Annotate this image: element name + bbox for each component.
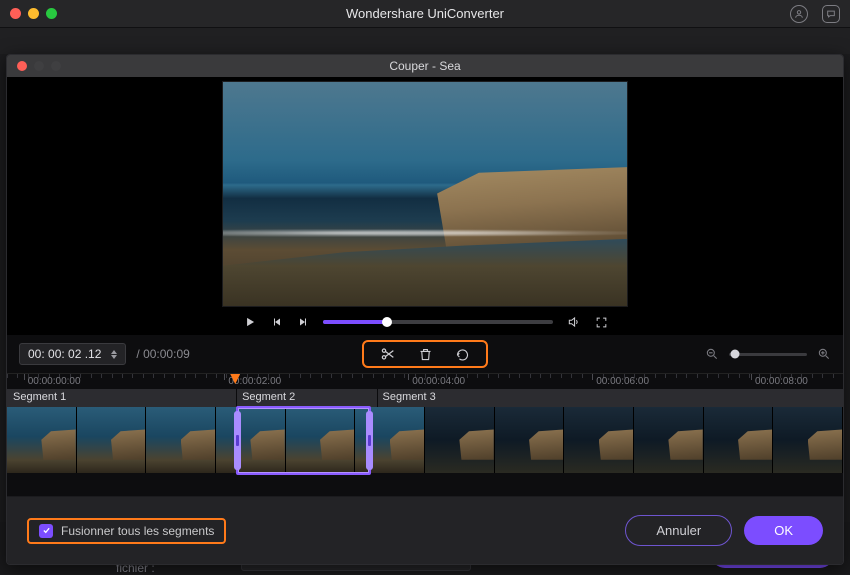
segment-label[interactable]: Segment 3	[377, 389, 442, 405]
thumbnail[interactable]	[773, 407, 843, 473]
trash-icon[interactable]	[418, 346, 433, 362]
selection-outline[interactable]	[236, 406, 371, 475]
traffic-lights-main	[10, 8, 57, 19]
preview-area	[7, 77, 843, 335]
zoom-group	[705, 347, 831, 361]
thumbnail[interactable]	[7, 407, 77, 473]
handle-left[interactable]	[234, 411, 241, 470]
maximize-icon[interactable]	[46, 8, 57, 19]
next-frame-icon[interactable]	[297, 316, 309, 328]
segment-label[interactable]: Segment 2	[236, 389, 301, 405]
play-icon[interactable]	[243, 315, 257, 329]
volume-icon[interactable]	[567, 315, 581, 329]
undo-icon[interactable]	[455, 346, 470, 362]
merge-segments-checkbox[interactable]: Fusionner tous les segments	[27, 518, 226, 544]
handle-right[interactable]	[366, 411, 373, 470]
seek-knob[interactable]	[382, 317, 392, 327]
minimize-icon[interactable]	[28, 8, 39, 19]
prev-frame-icon[interactable]	[271, 316, 283, 328]
zoom-slider[interactable]	[729, 353, 807, 356]
main-tabs	[0, 28, 850, 54]
playback-controls	[7, 307, 843, 329]
duration-label: / 00:00:09	[136, 347, 189, 361]
main-titlebar: Wondershare UniConverter	[0, 0, 850, 28]
edit-toolgroup	[362, 340, 488, 368]
feedback-icon[interactable]	[822, 5, 840, 23]
segment-label[interactable]: Segment 1	[7, 389, 72, 405]
close-icon[interactable]	[10, 8, 21, 19]
zoom-in-icon[interactable]	[817, 347, 831, 361]
seek-slider[interactable]	[323, 320, 553, 324]
thumbnail[interactable]	[77, 407, 147, 473]
modal-titlebar: Couper - Sea	[7, 55, 843, 77]
app-title: Wondershare UniConverter	[346, 6, 504, 21]
thumbnail[interactable]	[495, 407, 565, 473]
close-icon[interactable]	[17, 61, 27, 71]
zoom-out-icon[interactable]	[705, 347, 719, 361]
maximize-icon	[51, 61, 61, 71]
checkbox-checked-icon	[39, 524, 53, 538]
timeline-ruler[interactable]: 00:00:00:0000:00:02:0000:00:04:0000:00:0…	[7, 373, 843, 389]
thumbnail[interactable]	[704, 407, 774, 473]
minimize-icon	[34, 61, 44, 71]
account-icon[interactable]	[790, 5, 808, 23]
merge-segments-label: Fusionner tous les segments	[61, 524, 214, 538]
time-stepper[interactable]	[111, 350, 117, 359]
fullscreen-icon[interactable]	[595, 316, 608, 329]
thumbnail[interactable]	[564, 407, 634, 473]
traffic-lights-modal	[17, 61, 61, 71]
segment-bar: Segment 1 Segment 2 Segment 3	[7, 389, 843, 407]
video-preview[interactable]	[222, 81, 628, 307]
time-row: 00: 00: 02 .12 / 00:00:09	[7, 335, 843, 373]
thumbnail[interactable]	[146, 407, 216, 473]
modal-title: Couper - Sea	[389, 59, 460, 73]
thumbnail[interactable]	[634, 407, 704, 473]
thumbnail-strip	[7, 407, 843, 473]
trim-dialog: Couper - Sea	[6, 54, 844, 565]
ok-button[interactable]: OK	[744, 516, 823, 545]
current-time-value: 00: 00: 02 .12	[28, 347, 101, 361]
thumbnail[interactable]	[425, 407, 495, 473]
cancel-button[interactable]: Annuler	[625, 515, 732, 546]
scissors-icon[interactable]	[380, 346, 396, 362]
modal-footer: Fusionner tous les segments Annuler OK	[7, 496, 843, 564]
current-time-input[interactable]: 00: 00: 02 .12	[19, 343, 126, 365]
